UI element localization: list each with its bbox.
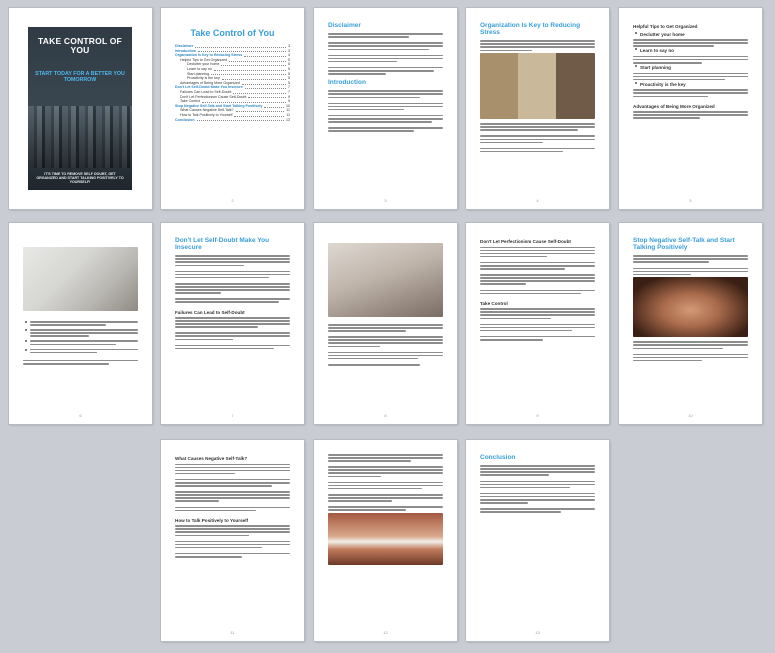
toc-leader (221, 77, 286, 80)
subheading-talk-positively: How to Talk Positively to Yourself (175, 517, 249, 523)
photo-raised-fist (633, 277, 748, 338)
page-number: 13 (535, 630, 540, 635)
toc-leader (196, 118, 284, 122)
photo-laptop-desk (23, 247, 138, 311)
heading-organization: Organization Is Key to Reducing Stress (480, 22, 581, 37)
page-thumbnail-1[interactable]: TAKE CONTROL OF YOU START TODAY FOR A BE… (9, 8, 152, 209)
page-thumbnail-6[interactable]: 6 (9, 223, 152, 424)
page-thumbnail-12[interactable]: 12 (314, 440, 457, 641)
photo-collage (480, 53, 595, 120)
heading-self-doubt: Don't Let Self-Doubt Make You Insecure (175, 237, 270, 252)
page-thumbnail-13[interactable]: Conclusion 13 (466, 440, 609, 641)
subheading-failures: Failures Can Lead to Self-Doubt (175, 309, 245, 315)
heading-disclaimer: Disclaimer (328, 22, 361, 29)
page-thumbnail-10[interactable]: Stop Negative Self-Talk and Start Talkin… (619, 223, 762, 424)
subheading-helpful-tips: Helpful Tips to Get Organized (633, 24, 698, 29)
toc-leader (221, 63, 286, 67)
page-number: 10 (688, 413, 693, 418)
toc-leader (233, 91, 286, 94)
page-number: 5 (689, 198, 692, 203)
page-number: 2 (231, 198, 234, 203)
subheading-advantages: Advantages of Being More Organized (633, 103, 715, 109)
page-thumbnail-7[interactable]: Don't Let Self-Doubt Make You Insecure F… (161, 223, 304, 424)
toc-entry-label: Conclusion (175, 117, 195, 122)
bullet-planning: Start planning (640, 65, 671, 71)
page-number: 8 (384, 413, 387, 418)
page-thumbnail-11[interactable]: What Causes Negative Self-Talk? How to T… (161, 440, 304, 641)
cover-title: TAKE CONTROL OF YOU (38, 36, 122, 55)
page-thumbnail-grid: TAKE CONTROL OF YOU START TODAY FOR A BE… (9, 8, 769, 648)
toc-entry[interactable]: Conclusion 13 (175, 118, 290, 123)
page-number: 4 (536, 198, 539, 203)
toc-leader (234, 114, 285, 117)
heading-negative-self-talk: Stop Negative Self-Talk and Start Talkin… (633, 237, 735, 252)
toc-entry-page: 13 (286, 117, 290, 122)
page-number: 6 (79, 413, 82, 418)
bullet-declutter: Declutter your home (640, 31, 685, 37)
page-number: 11 (230, 630, 235, 635)
page-number: 7 (231, 413, 234, 418)
bullet-say-no: Learn to say no (640, 48, 674, 54)
toc-list: Disclaimer 3 Introduction 3 Organization Is … (175, 44, 290, 122)
heading-conclusion: Conclusion (480, 454, 516, 461)
photo-smile (328, 512, 443, 565)
toc-leader (235, 109, 285, 113)
heading-introduction: Introduction (328, 79, 366, 87)
toc-leader (229, 59, 286, 62)
page-thumbnail-8[interactable]: 8 (314, 223, 457, 424)
toc-leader (195, 45, 286, 48)
page-number: 9 (536, 413, 539, 418)
cover-image: TAKE CONTROL OF YOU START TODAY FOR A BE… (28, 27, 132, 190)
page-number: 3 (384, 198, 387, 203)
toc-leader (241, 82, 286, 85)
subheading-take-control: Take Control (480, 300, 508, 306)
page-thumbnail-4[interactable]: Organization Is Key to Reducing Stress 4 (466, 8, 609, 209)
photo-child-window (328, 243, 443, 317)
toc-title: Take Control of You (190, 28, 275, 38)
toc-leader (264, 105, 284, 108)
page-number: 12 (383, 630, 388, 635)
toc-leader (244, 54, 286, 57)
page-thumbnail-3[interactable]: Disclaimer Introduction 3 (314, 8, 457, 209)
bullet-proactivity: Proactivity is the key (640, 81, 686, 87)
cover-tagline: START TODAY FOR A BETTER YOU TOMORROW (35, 71, 125, 84)
subheading-causes-negative: What Causes Negative Self-Talk? (175, 456, 248, 461)
toc-leader (248, 95, 286, 99)
toc-leader (213, 68, 286, 71)
toc-leader (202, 100, 286, 103)
toc-leader (211, 72, 286, 76)
cover-city-photo (28, 106, 132, 168)
toc-leader (244, 86, 286, 90)
subheading-perfectionism: Don't Let Perfectionism Cause Self-Doubt (480, 239, 571, 244)
page-thumbnail-9[interactable]: Don't Let Perfectionism Cause Self-Doubt… (466, 223, 609, 424)
page-thumbnail-2[interactable]: Take Control of You Disclaimer 3 Introduct… (161, 8, 304, 209)
page-thumbnail-5[interactable]: Helpful Tips to Get Organized Declutter … (619, 8, 762, 209)
toc-leader (197, 49, 286, 53)
cover-blurb: IT'S TIME TO REMOVE SELF DOUBT, GET ORGA… (36, 171, 124, 184)
